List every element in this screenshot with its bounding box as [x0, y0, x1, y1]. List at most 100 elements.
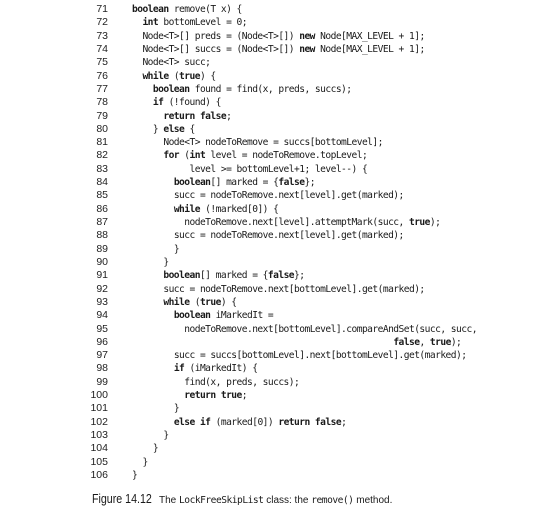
caption-text-post: method. — [353, 495, 393, 506]
code-line: 93 while (true) { — [0, 296, 540, 309]
line-number: 73 — [96, 29, 108, 42]
code-text: boolean[] marked = {false}; — [132, 269, 305, 282]
code-token: ; — [241, 390, 248, 402]
code-token: Node<T> succ; — [142, 57, 211, 69]
line-number: 89 — [96, 242, 108, 255]
line-number: 79 — [96, 109, 108, 122]
code-token: [] marked = { — [199, 270, 268, 282]
line-number: 90 — [96, 255, 108, 268]
code-line: 98 if (iMarkedIt) { — [0, 362, 540, 375]
line-number: 78 — [96, 96, 108, 109]
code-line: 87 nodeToRemove.next[level].attemptMark(… — [0, 216, 540, 229]
line-number: 94 — [96, 309, 108, 322]
line-number: 105 — [90, 455, 108, 468]
code-listing: 71 boolean remove(T x) {72 int bottomLeve… — [0, 3, 540, 482]
code-token: } — [142, 456, 148, 468]
line-number: 96 — [96, 335, 108, 348]
code-text: } else { — [132, 123, 195, 136]
keyword: false — [278, 177, 305, 189]
code-line: 95 nodeToRemove.next[bottomLevel].compar… — [0, 323, 540, 336]
code-token: } — [132, 469, 138, 481]
code-text: succ = nodeToRemove.next[level].get(mark… — [132, 189, 405, 202]
code-token: level = nodeToRemove.topLevel; — [205, 150, 368, 162]
code-line: 91 boolean[] marked = {false}; — [0, 269, 540, 282]
code-line: 83 level >= bottomLevel+1; level--) { — [0, 163, 540, 176]
line-number: 100 — [90, 389, 108, 402]
code-text: } — [132, 256, 169, 269]
code-token: level >= bottomLevel+1; level--) { — [163, 163, 368, 175]
code-line: 74 Node<T>[] succs = (Node<T>[]) new Nod… — [0, 43, 540, 56]
keyword: while — [163, 296, 190, 308]
code-line: 100 return true; — [0, 389, 540, 402]
keyword: else if — [173, 416, 211, 428]
code-line: 96 false, true); — [0, 336, 540, 349]
code-text: while (true) { — [132, 70, 216, 83]
code-token: ( — [168, 70, 180, 82]
line-number: 72 — [96, 16, 108, 29]
code-text: Node<T> succ; — [132, 56, 210, 69]
code-text: succ = nodeToRemove.next[bottomLevel].ge… — [132, 283, 425, 296]
code-line: 106} — [0, 469, 540, 482]
code-text: if (iMarkedIt) { — [132, 362, 258, 375]
code-text: find(x, preds, succs); — [132, 376, 300, 389]
code-text: boolean[] marked = {false}; — [132, 176, 316, 189]
code-line: 81 Node<T> nodeToRemove = succs[bottomLe… — [0, 136, 540, 149]
caption-method-name: remove() — [311, 495, 354, 506]
line-number: 86 — [96, 202, 108, 215]
keyword: boolean — [152, 83, 190, 95]
code-text: } — [132, 456, 148, 469]
code-token: succ = succs[bottomLevel].next[bottomLev… — [173, 350, 467, 362]
code-token: } — [173, 243, 180, 255]
keyword: new — [299, 43, 315, 55]
code-text: boolean found = find(x, preds, succs); — [132, 83, 352, 96]
code-line: 80 } else { — [0, 123, 540, 136]
code-text: } — [132, 429, 169, 442]
code-text: else if (marked[0]) return false; — [132, 416, 347, 429]
code-text: while (!marked[0]) { — [132, 203, 279, 216]
code-token: } — [163, 430, 169, 441]
code-line: 85 succ = nodeToRemove.next[level].get(m… — [0, 189, 540, 202]
code-token: (marked[0]) — [210, 416, 279, 428]
keyword: false — [393, 336, 420, 348]
line-number: 74 — [96, 42, 108, 55]
keyword: false — [267, 270, 295, 282]
keyword: new — [299, 30, 315, 42]
line-number: 85 — [96, 189, 108, 202]
code-token: (!marked[0]) { — [199, 203, 279, 215]
code-text: level >= bottomLevel+1; level--) { — [132, 163, 367, 176]
code-line: 79 return false; — [0, 110, 540, 123]
code-text: Node<T>[] preds = (Node<T>[]) new Node[M… — [132, 30, 425, 43]
line-number: 82 — [96, 149, 108, 162]
code-line: 89 } — [0, 243, 540, 256]
code-text: Node<T> nodeToRemove = succs[bottomLevel… — [132, 136, 383, 149]
code-token: } — [152, 123, 164, 135]
code-text: false, true); — [132, 336, 462, 349]
code-token: } — [152, 443, 159, 455]
code-line: 72 int bottomLevel = 0; — [0, 16, 540, 29]
keyword: boolean — [132, 4, 169, 15]
keyword: true — [199, 296, 221, 308]
line-number: 80 — [96, 122, 108, 135]
code-line: 82 for (int level = nodeToRemove.topLeve… — [0, 149, 540, 162]
code-text: if (!found) { — [132, 96, 221, 109]
code-line: 101 } — [0, 402, 540, 415]
